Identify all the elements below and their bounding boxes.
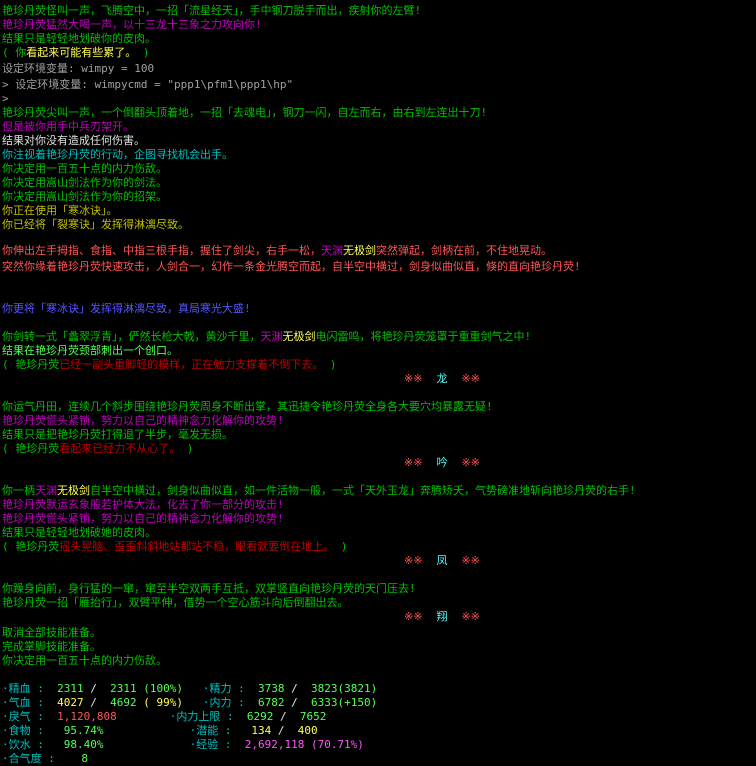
- status-row-1: ·精血 : 2311 / 2311 (100%) ·精力 : 3738 / 38…: [2, 682, 378, 695]
- combat-line: 你一柄天渊无极剑自半空中横过，剑身似曲似直，如一件活物一般，一式「天外玉龙」奔腾…: [2, 484, 636, 497]
- prompt-line: >: [2, 92, 9, 105]
- combat-line: 你更将「寒冰诀」发挥得淋漓尽致，真局寒光大盛!: [2, 302, 251, 315]
- combat-line: 艳珍丹荧猛然大喝一声，以十三龙十三象之力攻向你!: [2, 18, 262, 31]
- combat-line: 但是被你用手中兵刃架开。: [2, 120, 134, 133]
- status-line: ( 你看起来可能有些累了。 ): [2, 46, 150, 59]
- combat-line: 艳珍丹荧默运玄象般若护体大法，化去了你一部分的攻击!: [2, 498, 284, 511]
- combat-line: 你躁身向前，身行猛的一窜，窜至半空双两手互抵，双掌竖直向艳珍丹荧的天门压去!: [2, 582, 416, 595]
- combat-line: 你决定用一百五十点的内力伤敌。: [2, 162, 167, 175]
- status-row-4: ·食物 : 95.74% ·潜能 : 134 / 400: [2, 724, 318, 737]
- mud-terminal: 艳珍丹荧怪叫一声，飞腾空中，一招「流星经天」，手中钢刀脱手而出，疾射你的左臂! …: [0, 0, 756, 765]
- combat-line: 结果只是轻轻地划破你的皮肉。: [2, 32, 156, 45]
- combo-marker: ※※ 凤 ※※: [404, 554, 480, 567]
- combo-marker: ※※ 龙 ※※: [404, 372, 480, 385]
- status-row-5: ·饮水 : 98.40% ·经验 : 2,692,118 (70.71%): [2, 738, 364, 751]
- combat-line: 你剑转一式「蠡翠浮青」，俨然长枪大戟，黄沙千里，天渊无极剑电闪雷鸣，将艳珍丹荧笼…: [2, 330, 532, 343]
- combo-marker: ※※ 吟 ※※: [404, 456, 480, 469]
- system-line: 你决定用一百五十点的内力伤敌。: [2, 654, 167, 667]
- combat-line: 你决定用嵩山剑法作为你的招架。: [2, 190, 167, 203]
- status-line: ( 艳珍丹荧已经一副头重脚轻的模样，正在勉力支撑着不倒下去。 ): [2, 358, 337, 371]
- combat-line: 艳珍丹荧尖叫一声，一个倒翻头顶着地，一招「去魂电」，钢刀一闪，自左而右，由右到左…: [2, 106, 488, 119]
- combat-line: 结果只是轻轻地划破她的皮肉。: [2, 526, 156, 539]
- combat-line: 艳珍丹荧慌头紧锁，努力以自己的精神念力化解你的攻势!: [2, 512, 284, 525]
- combat-line: 艳珍丹荧一招「雁抬行」，双臂平伸，借势一个空心筋斗向后倒翻出去。: [2, 596, 349, 609]
- status-row-3: ·戾气 : 1,120,808 ·内力上限 : 6292 / 7652: [2, 710, 327, 723]
- combat-line: 突然你缘着艳珍丹荧快速攻击，人剑合一，幻作一条金光腾空而起，自半空中横过，剑身似…: [2, 260, 581, 273]
- combat-line: 艳珍丹荧慌头紧锁，努力以自己的精神念力化解你的攻势!: [2, 414, 284, 427]
- combat-line: 你已经将「裂寒诀」发挥得淋漓尽致。: [2, 218, 189, 231]
- system-line: 取消全部技能准备。: [2, 626, 101, 639]
- combat-line: 你伸出左手拇指、食指、中指三根手指，握住了剑尖，右手一松，天渊无极剑突然弹起，剑…: [2, 244, 552, 257]
- combat-line: 你注视着艳珍丹荧的行动，企图寻找机会出手。: [2, 148, 233, 161]
- status-line: ( 艳珍丹荧摇头晃脑、歪歪斜斜地站都站不稳，眼看就要倒在地上。 ): [2, 540, 348, 553]
- combat-line: 你决定用嵩山剑法作为你的剑法。: [2, 176, 167, 189]
- status-line: ( 艳珍丹荧看起来已经力不从心了。 ): [2, 442, 194, 455]
- combat-line: 结果对你没有造成任何伤害。: [2, 134, 145, 147]
- system-line: 设定环境变量: wimpy = 100: [2, 62, 155, 75]
- combo-marker: ※※ 翔 ※※: [404, 610, 480, 623]
- status-row-2: ·气血 : 4027 / 4692 ( 99%) ·内力 : 6782 / 63…: [2, 696, 378, 709]
- combat-line: 结果在艳珍丹荧颈部刺出一个创口。: [2, 344, 178, 357]
- combat-line: 你运气丹田，连续几个斜步围绕艳珍丹荧周身不断出掌，其迅捷令艳珍丹荧全身各大要穴均…: [2, 400, 493, 413]
- combat-line: 艳珍丹荧怪叫一声，飞腾空中，一招「流星经天」，手中钢刀脱手而出，疾射你的左臂!: [2, 4, 422, 17]
- system-line: 完成掌脚技能准备。: [2, 640, 101, 653]
- combat-line: 你正在使用「寒冰诀」。: [2, 204, 118, 217]
- system-line: > 设定环境变量: wimpycmd = "ppp1\pfm1\ppp1\hp": [2, 78, 294, 91]
- combat-line: 结果只是把艳珍丹荧打得退了半步，毫发无损。: [2, 428, 233, 441]
